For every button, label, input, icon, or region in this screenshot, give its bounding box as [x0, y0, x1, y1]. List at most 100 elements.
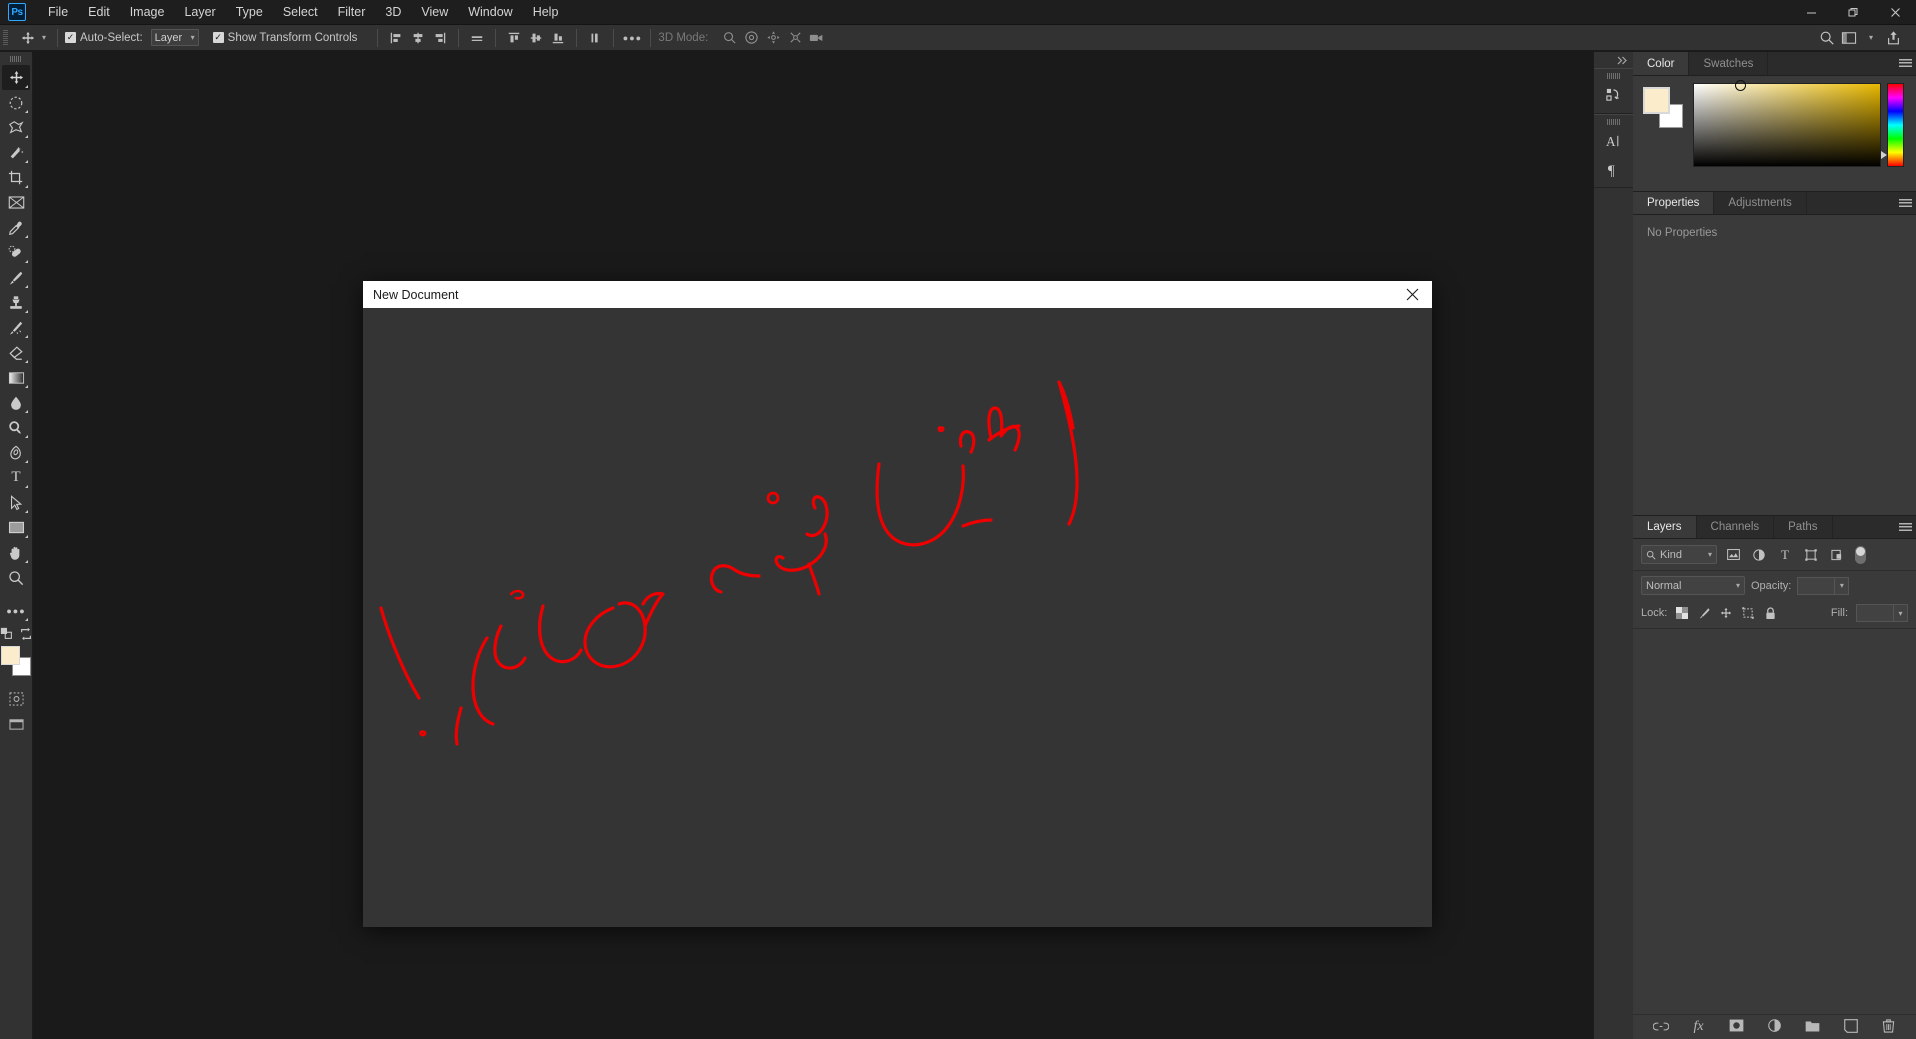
pan-3d-icon[interactable]: [762, 28, 784, 48]
menu-edit[interactable]: Edit: [78, 1, 120, 23]
layers-panel-menu-icon[interactable]: [1894, 516, 1916, 538]
tool-zoom[interactable]: [2, 565, 30, 590]
color-panel-foreground-swatch[interactable]: [1643, 87, 1670, 114]
dock-grip[interactable]: [1606, 73, 1621, 79]
tool-lasso[interactable]: [2, 115, 30, 140]
tool-magic-wand[interactable]: [2, 140, 30, 165]
tool-rectangle[interactable]: [2, 515, 30, 540]
filter-smartobject-icon[interactable]: [1827, 545, 1847, 564]
menu-select[interactable]: Select: [273, 1, 328, 23]
menu-type[interactable]: Type: [226, 1, 273, 23]
lock-image-pixels-icon[interactable]: [1697, 606, 1711, 620]
more-options-button[interactable]: ●●●: [621, 28, 643, 48]
tab-paths[interactable]: Paths: [1774, 516, 1833, 538]
properties-panel-menu-icon[interactable]: [1894, 192, 1916, 214]
distribute-vertical-button[interactable]: [584, 28, 606, 48]
filter-adjustment-icon[interactable]: [1749, 545, 1769, 564]
filter-pixel-icon[interactable]: [1723, 545, 1743, 564]
tab-channels[interactable]: Channels: [1696, 516, 1775, 538]
tool-eraser[interactable]: [2, 340, 30, 365]
dock-grip[interactable]: [1606, 119, 1621, 125]
maximize-button[interactable]: [1832, 0, 1874, 25]
opacity-input-group[interactable]: ▾: [1797, 576, 1850, 595]
color-swatches[interactable]: [1, 646, 31, 676]
auto-select-checkbox[interactable]: ✓: [65, 32, 77, 43]
layer-mask-icon[interactable]: [1728, 1019, 1746, 1035]
lock-position-icon[interactable]: [1719, 606, 1733, 620]
orbit-3d-icon[interactable]: [718, 28, 740, 48]
character-icon[interactable]: A: [1599, 127, 1629, 155]
paragraph-icon[interactable]: ¶: [1599, 155, 1629, 183]
color-field-picker[interactable]: [1735, 80, 1746, 91]
tab-adjustments[interactable]: Adjustments: [1714, 192, 1807, 214]
lock-transparent-pixels-icon[interactable]: [1675, 606, 1689, 620]
current-tool-preset[interactable]: ▾: [13, 28, 50, 48]
tool-clone-stamp[interactable]: [2, 290, 30, 315]
quick-mask-toggle[interactable]: [2, 686, 30, 711]
tab-layers[interactable]: Layers: [1633, 516, 1697, 538]
align-bottom-edges-button[interactable]: [547, 28, 569, 48]
blend-mode-dropdown[interactable]: Normal ▾: [1641, 576, 1745, 595]
menu-view[interactable]: View: [411, 1, 458, 23]
opacity-chevron-icon[interactable]: ▾: [1835, 576, 1850, 595]
align-right-edges-button[interactable]: [429, 28, 451, 48]
camera-3d-icon[interactable]: [806, 28, 828, 48]
tool-brush[interactable]: [2, 265, 30, 290]
auto-select-scope-dropdown[interactable]: Layer ▾: [150, 29, 199, 46]
menu-window[interactable]: Window: [458, 1, 522, 23]
new-document-dialog-body[interactable]: [363, 308, 1432, 927]
workspace-chevron-icon[interactable]: ▾: [1860, 28, 1882, 48]
new-group-icon[interactable]: [1804, 1020, 1822, 1035]
tool-move[interactable]: [2, 65, 30, 90]
tool-eyedropper[interactable]: [2, 215, 30, 240]
layer-filter-kind-dropdown[interactable]: Kind ▾: [1641, 545, 1717, 564]
opacity-input[interactable]: [1797, 576, 1836, 595]
hue-slider[interactable]: [1881, 83, 1904, 167]
tool-hand[interactable]: [2, 540, 30, 565]
close-button[interactable]: [1874, 0, 1916, 25]
tool-elliptical-marquee[interactable]: [2, 90, 30, 115]
tab-swatches[interactable]: Swatches: [1689, 52, 1769, 75]
tool-pen[interactable]: [2, 440, 30, 465]
fill-chevron-icon[interactable]: ▾: [1894, 604, 1908, 622]
swap-colors-icon[interactable]: [19, 627, 33, 641]
filter-type-icon[interactable]: T: [1775, 545, 1795, 564]
layer-style-icon[interactable]: fx: [1690, 1019, 1708, 1035]
menu-file[interactable]: File: [38, 1, 78, 23]
filter-enable-toggle[interactable]: [1855, 545, 1866, 564]
align-horizontal-centers-button[interactable]: [407, 28, 429, 48]
layers-list[interactable]: [1633, 629, 1916, 1029]
new-layer-icon[interactable]: [1842, 1018, 1860, 1036]
default-colors-icon[interactable]: [0, 627, 14, 641]
menu-layer[interactable]: Layer: [174, 1, 225, 23]
tool-type[interactable]: T: [2, 465, 30, 490]
menu-filter[interactable]: Filter: [328, 1, 376, 23]
tools-panel-grip[interactable]: [10, 56, 22, 62]
show-transform-controls-checkbox[interactable]: ✓: [212, 32, 224, 43]
delete-layer-icon[interactable]: [1880, 1018, 1898, 1036]
tool-dodge[interactable]: [2, 415, 30, 440]
align-vertical-centers-button[interactable]: [525, 28, 547, 48]
history-icon[interactable]: [1599, 81, 1629, 109]
expand-panels-button[interactable]: [1594, 52, 1634, 68]
roll-3d-icon[interactable]: [740, 28, 762, 48]
new-document-dialog[interactable]: New Document: [363, 281, 1432, 927]
tool-spot-healing-brush[interactable]: [2, 240, 30, 265]
menu-3d[interactable]: 3D: [375, 1, 411, 23]
tool-blur[interactable]: [2, 390, 30, 415]
color-panel-menu-icon[interactable]: [1894, 52, 1916, 75]
link-layers-icon[interactable]: [1652, 1020, 1670, 1035]
edit-toolbar-button[interactable]: ●●●: [2, 598, 30, 623]
new-document-dialog-close-button[interactable]: [1392, 281, 1432, 308]
lock-artboard-nesting-icon[interactable]: [1741, 606, 1755, 620]
align-left-edges-button[interactable]: [385, 28, 407, 48]
tool-crop[interactable]: [2, 165, 30, 190]
tool-history-brush[interactable]: [2, 315, 30, 340]
tab-color[interactable]: Color: [1633, 52, 1690, 75]
distribute-horizontal-button[interactable]: [466, 28, 488, 48]
lock-all-icon[interactable]: [1763, 606, 1777, 620]
color-panel-swatches[interactable]: [1643, 87, 1685, 128]
adjustment-layer-icon[interactable]: [1766, 1018, 1784, 1036]
tool-gradient[interactable]: [2, 365, 30, 390]
workspace-switcher-icon[interactable]: [1838, 28, 1860, 48]
